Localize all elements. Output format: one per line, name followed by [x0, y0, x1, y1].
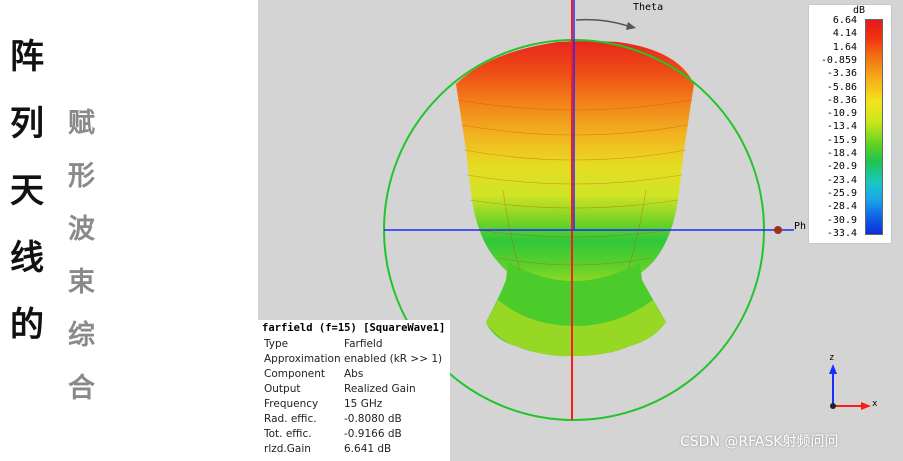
- info-key: Tot. effic.: [264, 428, 312, 440]
- colorbar-tick: -10.9: [826, 108, 857, 120]
- info-value: enabled (kR >> 1): [344, 353, 443, 365]
- info-row: Approximation enabled (kR >> 1): [264, 353, 450, 368]
- subtitle-char: 波: [68, 214, 95, 245]
- colorbar-tick: -33.4: [826, 227, 857, 239]
- colorbar-gradient: [865, 19, 883, 235]
- title-char: 天: [10, 171, 44, 211]
- subtitle-char: 合: [68, 373, 95, 404]
- theta-label: Theta: [633, 2, 664, 13]
- triad-x-label: x: [872, 399, 878, 409]
- colorbar-tick: -25.9: [826, 187, 857, 199]
- theta-arrowhead: [626, 22, 636, 30]
- colorbar-tick: -3.36: [826, 68, 857, 80]
- info-value: Farfield: [344, 338, 383, 350]
- info-value: 6.641 dB: [344, 443, 392, 455]
- triad-origin: [830, 403, 836, 409]
- info-row: Type Farfield: [264, 338, 450, 353]
- subtitle-char: 束: [68, 267, 95, 298]
- colorbar-tick: -8.36: [826, 94, 857, 106]
- subtitle-char: 综: [68, 320, 95, 351]
- info-key: rlzd.Gain: [264, 443, 311, 455]
- colorbar-tick: 1.64: [832, 41, 857, 53]
- info-key: Type: [264, 338, 289, 350]
- info-row: Frequency 15 GHz: [264, 398, 450, 413]
- colorbar-tick: -28.4: [826, 201, 857, 213]
- colorbar-tick: -5.86: [826, 81, 857, 93]
- info-row: rlzd.Gain 6.641 dB: [264, 443, 450, 458]
- title-char: 的: [10, 305, 44, 345]
- triad-x-arrow: [861, 402, 871, 410]
- colorbar-tick: -20.9: [826, 161, 857, 173]
- left-title-panel: 阵 列 天 线 的 赋 形 波 束 综 合: [0, 0, 258, 461]
- colorbar-tick: -18.4: [826, 148, 857, 159]
- colorbar-tick: -23.4: [826, 174, 857, 186]
- colorbar-tick: 4.14: [832, 28, 857, 40]
- info-row: Component Abs: [264, 368, 450, 383]
- info-value: -0.8080 dB: [344, 413, 402, 425]
- info-value: Realized Gain: [344, 383, 416, 395]
- colorbar-tick: -30.9: [826, 214, 857, 226]
- colorbar-tick: 6.64: [832, 15, 857, 26]
- theta-arrow: [575, 18, 629, 27]
- info-row: Tot. effic. -0.9166 dB: [264, 428, 450, 443]
- info-key: Output: [264, 383, 301, 395]
- info-value: -0.9166 dB: [344, 428, 402, 440]
- subtitle-char: 赋: [68, 108, 95, 139]
- info-title: farfield (f=15) [SquareWave1]: [262, 322, 446, 334]
- colorbar-tick: -13.4: [826, 121, 857, 133]
- triad-z-label: z: [829, 353, 835, 363]
- info-key: Component: [264, 368, 325, 380]
- title-char: 阵: [10, 37, 44, 77]
- colorbar-legend: dB 6.64 4.14 1.64 -0.859 -3.36 -5.86 -8.…: [808, 4, 892, 244]
- title-char: 线: [10, 238, 44, 278]
- phi-label: Ph: [794, 221, 807, 232]
- colorbar-tick: -15.9: [826, 134, 857, 146]
- colorbar-tick: -0.859: [820, 54, 857, 66]
- info-row: Output Realized Gain: [264, 383, 450, 398]
- horizontal-axis-marker: [774, 226, 782, 234]
- main-lobe-shape: [456, 41, 694, 290]
- subtitle-char: 形: [68, 161, 95, 192]
- info-value: Abs: [344, 368, 364, 380]
- info-key: Approximation: [264, 353, 341, 365]
- title-char: 列: [10, 104, 44, 144]
- info-value: 15 GHz: [344, 398, 383, 410]
- info-key: Frequency: [264, 398, 319, 410]
- triad-z-arrow: [829, 364, 837, 374]
- farfield-info-panel: farfield (f=15) [SquareWave1] Type Farfi…: [258, 320, 450, 461]
- watermark-text: CSDN @RFASK射频问问: [680, 434, 839, 450]
- info-row: Rad. effic. -0.8080 dB: [264, 413, 450, 428]
- info-key: Rad. effic.: [264, 413, 317, 425]
